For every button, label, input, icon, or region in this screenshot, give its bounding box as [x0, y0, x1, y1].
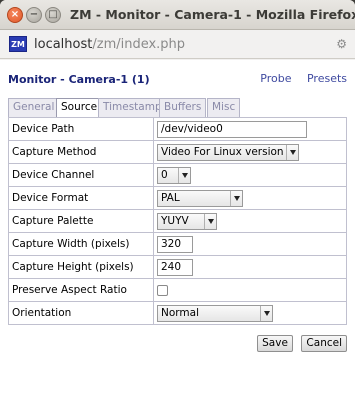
form-buttons: Save Cancel — [252, 335, 347, 352]
url-text[interactable]: localhost/zm/index.php — [34, 37, 185, 52]
page-content: Monitor - Camera-1 (1) Probe Presets Gen… — [0, 60, 355, 400]
chevron-down-icon — [178, 167, 190, 183]
table-row: Device Format PAL — [8, 186, 347, 210]
url-path: /zm/index.php — [92, 37, 186, 52]
capture-palette-select[interactable]: YUYV — [157, 212, 217, 230]
maximize-icon[interactable]: □ — [45, 7, 61, 23]
device-format-select[interactable]: PAL — [157, 189, 243, 207]
orientation-select[interactable]: Normal — [157, 304, 273, 322]
chevron-down-icon — [260, 305, 272, 321]
url-bar[interactable]: ZM localhost/zm/index.php ⚙ — [0, 31, 355, 59]
probe-link[interactable]: Probe — [260, 72, 291, 85]
capture-width-input[interactable]: 320 — [157, 235, 193, 253]
table-row: Capture Height (pixels) 240 — [8, 255, 347, 279]
minimize-icon[interactable]: − — [26, 7, 42, 23]
save-button[interactable]: Save — [257, 335, 293, 352]
window-title: ZM - Monitor - Camera-1 - Mozilla Firefo… — [70, 7, 355, 22]
url-host: localhost — [34, 37, 93, 52]
table-row: Device Path /dev/video0 — [8, 117, 347, 141]
title-bar: × − □ ZM - Monitor - Camera-1 - Mozilla … — [0, 0, 355, 30]
header-links: Probe Presets — [248, 72, 347, 85]
source-settings-table: Device Path /dev/video0 Capture Method V… — [8, 117, 347, 325]
capture-width-label: Capture Width (pixels) — [8, 232, 154, 256]
table-row: Preserve Aspect Ratio — [8, 278, 347, 302]
capture-height-input[interactable]: 240 — [157, 258, 193, 276]
tab-source[interactable]: Source — [56, 98, 103, 118]
capture-palette-value: YUYV — [161, 215, 189, 227]
table-row: Device Channel 0 — [8, 163, 347, 187]
device-format-value: PAL — [161, 192, 180, 204]
presets-link[interactable]: Presets — [307, 72, 347, 85]
capture-method-label: Capture Method — [8, 140, 154, 164]
browser-window: × − □ ZM - Monitor - Camera-1 - Mozilla … — [0, 0, 355, 400]
table-row: Capture Palette YUYV — [8, 209, 347, 233]
device-format-label: Device Format — [8, 186, 154, 210]
preserve-aspect-label: Preserve Aspect Ratio — [8, 278, 154, 302]
tab-timestamp[interactable]: Timestamp — [98, 98, 167, 117]
cancel-button[interactable]: Cancel — [301, 335, 347, 352]
close-icon[interactable]: × — [7, 7, 23, 23]
device-channel-label: Device Channel — [8, 163, 154, 187]
table-row: Capture Width (pixels) 320 — [8, 232, 347, 256]
capture-height-label: Capture Height (pixels) — [8, 255, 154, 279]
device-path-input[interactable]: /dev/video0 — [157, 120, 307, 138]
page-title: Monitor - Camera-1 (1) — [8, 73, 150, 86]
tab-misc[interactable]: Misc — [207, 98, 241, 117]
capture-method-select[interactable]: Video For Linux version 2 — [157, 143, 299, 161]
capture-palette-label: Capture Palette — [8, 209, 154, 233]
device-channel-select[interactable]: 0 — [157, 166, 191, 184]
orientation-label: Orientation — [8, 301, 154, 325]
capture-method-value: Video For Linux version 2 — [161, 146, 286, 158]
orientation-value: Normal — [161, 307, 199, 319]
chevron-down-icon — [204, 213, 216, 229]
site-favicon-icon: ZM — [9, 36, 27, 52]
chevron-down-icon — [286, 144, 298, 160]
tab-buffers[interactable]: Buffers — [159, 98, 207, 117]
tab-general[interactable]: General — [8, 98, 60, 117]
chevron-down-icon — [230, 190, 242, 206]
table-row: Capture Method Video For Linux version 2 — [8, 140, 347, 164]
device-channel-value: 0 — [161, 169, 168, 181]
preserve-aspect-checkbox[interactable] — [157, 284, 168, 296]
device-path-label: Device Path — [8, 117, 154, 141]
gear-icon[interactable]: ⚙ — [336, 37, 347, 51]
table-row: Orientation Normal — [8, 301, 347, 325]
